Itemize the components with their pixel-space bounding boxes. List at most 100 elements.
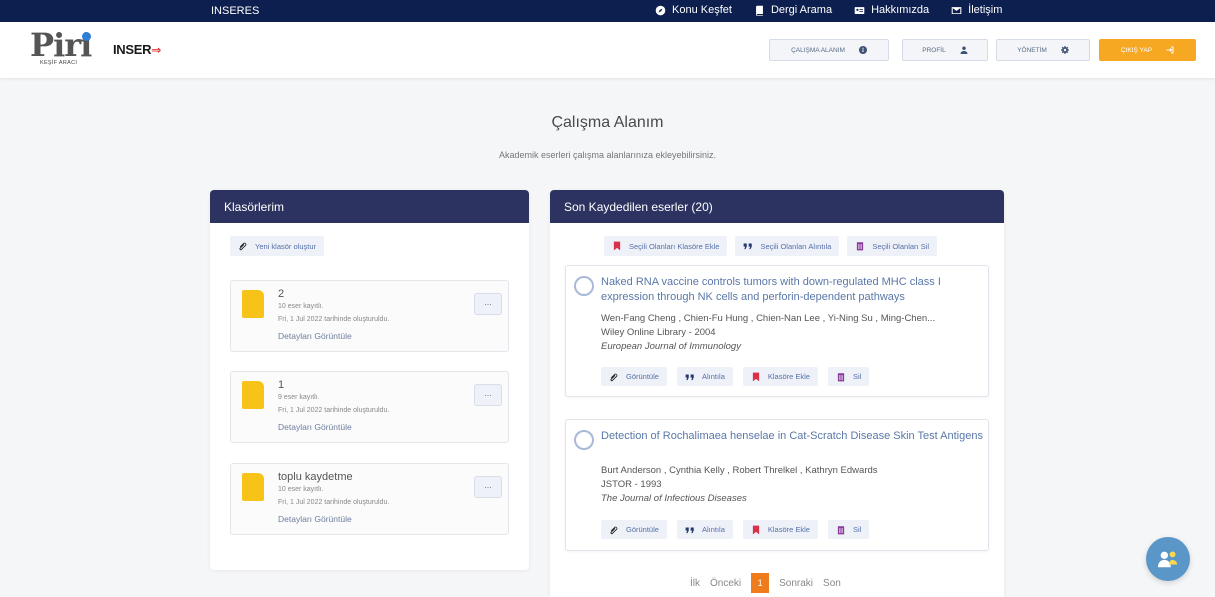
logout-button-label: ÇIKIŞ YAP [1120, 46, 1153, 54]
folder-details-link[interactable]: Detayları Görüntüle [278, 514, 352, 524]
folder-name: 2 [278, 288, 285, 300]
trash-icon [837, 372, 845, 381]
info-icon [858, 46, 867, 54]
pager-last[interactable]: Son [823, 578, 841, 589]
record-source: Wiley Online Library - 2004 [601, 327, 716, 338]
record-journal: European Journal of Immunology [601, 341, 741, 352]
workspace-button[interactable]: ÇALIŞMA ALANIM [769, 39, 889, 61]
pagination: İlk Önceki 1 Sonraki Son [690, 573, 841, 593]
nav-topic-discover[interactable]: Konu Keşfet [655, 4, 732, 16]
page-subtitle: Akademik eserleri çalışma alanlarınıza e… [498, 150, 717, 160]
nav-label: Dergi Arama [770, 4, 833, 16]
bulk-delete-button[interactable]: Seçili Olanları Sil [847, 236, 938, 256]
pager-prev[interactable]: Önceki [710, 578, 741, 589]
record-actions: Görüntüle Alıntıla Klasöre Ekle Sil [601, 367, 870, 386]
inseres-arrow-icon: ⇒ [151, 43, 161, 57]
profile-button[interactable]: PROFİL [902, 39, 988, 61]
folder-card: toplu kaydetme 10 eser kayıtlı. Fri, 1 J… [230, 463, 509, 535]
record-delete-button[interactable]: Sil [827, 367, 870, 386]
folder-more-button[interactable]: ... [474, 293, 502, 315]
gear-icon [1060, 46, 1069, 54]
trash-icon [857, 242, 864, 251]
book-icon [755, 5, 763, 16]
pager-current[interactable]: 1 [751, 573, 770, 593]
inseres-logo[interactable]: INSER⇒ [113, 42, 161, 57]
bookmark-icon [752, 372, 759, 381]
admin-button[interactable]: YÖNETİM [996, 39, 1090, 61]
folder-more-button[interactable]: ... [474, 476, 502, 498]
nav-label: İletişim [968, 4, 1003, 16]
bulk-delete-label: Seçili Olanları Sil [872, 241, 930, 251]
bulk-actions: Seçili Olanları Klasöre Ekle Seçili Olan… [604, 236, 938, 256]
record-view-label: Görüntüle [626, 525, 659, 534]
records-panel: Son Kaydedilen eserler (20) Seçili Olanl… [550, 190, 1004, 597]
folder-icon [242, 473, 264, 501]
record-view-button[interactable]: Görüntüle [601, 520, 667, 539]
page-title: Çalışma Alanım [551, 114, 664, 131]
record-delete-label: Sil [852, 372, 862, 381]
record-add-folder-button[interactable]: Klasöre Ekle [742, 520, 818, 539]
record-view-button[interactable]: Görüntüle [601, 367, 667, 386]
piri-logo[interactable]: Piri KEŞİF ARACI [30, 29, 98, 72]
record-view-label: Görüntüle [626, 372, 659, 381]
record-card: Naked RNA vaccine controls tumors with d… [565, 265, 989, 397]
bulk-cite-button[interactable]: Seçili Olanları Alıntıla [735, 236, 840, 256]
records-panel-title: Son Kaydedilen eserler (20) [550, 190, 1004, 223]
record-cite-button[interactable]: Alıntıla [676, 367, 733, 386]
record-title[interactable]: Detection of Rochalimaea henselae in Cat… [601, 429, 986, 444]
nav-label: Konu Keşfet [672, 4, 732, 16]
nav-journal-search[interactable]: Dergi Arama [754, 4, 832, 16]
nav-contact[interactable]: İletişim [951, 4, 1002, 16]
new-folder-button[interactable]: Yeni klasör oluştur [230, 236, 325, 256]
bookmark-icon [613, 241, 621, 251]
support-fab-button[interactable] [1146, 537, 1190, 581]
admin-button-label: YÖNETİM [1017, 46, 1047, 54]
record-add-folder-label: Klasöre Ekle [767, 525, 810, 534]
compass-icon [655, 5, 666, 15]
record-delete-button[interactable]: Sil [827, 520, 870, 539]
inseres-logo-text: INSER [113, 42, 152, 57]
folder-icon [242, 381, 264, 409]
nav-about[interactable]: Hakkımızda [854, 4, 929, 16]
record-card: Detection of Rochalimaea henselae in Cat… [565, 419, 989, 551]
profile-button-label: PROFİL [922, 46, 946, 54]
folder-more-button[interactable]: ... [474, 384, 502, 406]
record-add-folder-button[interactable]: Klasöre Ekle [742, 367, 818, 386]
top-bar: INSERES Konu Keşfet Dergi Arama Hakkımız… [0, 0, 1215, 22]
bulk-add-folder-button[interactable]: Seçili Olanları Klasöre Ekle [604, 236, 728, 256]
record-select-checkbox[interactable] [574, 276, 594, 296]
record-cite-label: Alıntıla [701, 372, 725, 381]
record-source: JSTOR - 1993 [601, 479, 662, 490]
folder-details-link[interactable]: Detayları Görüntüle [278, 331, 352, 341]
logo-dot [82, 32, 91, 41]
record-add-folder-label: Klasöre Ekle [767, 372, 810, 381]
bulk-add-folder-label: Seçili Olanları Klasöre Ekle [629, 241, 720, 251]
record-authors: Wen-Fang Cheng , Chien-Fu Hung , Chien-N… [601, 313, 936, 324]
record-journal: The Journal of Infectious Diseases [601, 493, 747, 504]
folder-count: 10 eser kayıtlı. [278, 303, 324, 310]
folder-details-link[interactable]: Detayları Görüntüle [278, 422, 352, 432]
folder-card: 2 10 eser kayıtlı. Fri, 1 Jul 2022 tarih… [230, 280, 509, 352]
logout-button[interactable]: ÇIKIŞ YAP [1099, 39, 1196, 61]
record-delete-label: Sil [852, 525, 862, 534]
folder-count: 10 eser kayıtlı. [278, 486, 324, 493]
pager-first[interactable]: İlk [690, 578, 700, 589]
topbar-brand[interactable]: INSERES [211, 5, 259, 17]
folder-date: Fri, 1 Jul 2022 tarihinde oluşturuldu. [278, 316, 390, 323]
bookmark-icon [752, 525, 759, 534]
paperclip-icon [610, 373, 618, 381]
header: Piri KEŞİF ARACI INSER⇒ ÇALIŞMA ALANIM P… [0, 22, 1215, 78]
envelope-icon [951, 6, 962, 14]
sign-in-icon [1166, 46, 1174, 54]
folder-icon [242, 290, 264, 318]
record-select-checkbox[interactable] [574, 430, 594, 450]
paperclip-icon [610, 526, 618, 534]
top-nav: Konu Keşfet Dergi Arama Hakkımızda İleti… [655, 4, 1002, 16]
trash-icon [837, 525, 845, 534]
bulk-cite-label: Seçili Olanları Alıntıla [760, 241, 832, 251]
record-title[interactable]: Naked RNA vaccine controls tumors with d… [601, 275, 986, 305]
pager-next[interactable]: Sonraki [779, 578, 813, 589]
record-cite-button[interactable]: Alıntıla [676, 520, 733, 539]
folders-panel: Klasörlerim Yeni klasör oluştur 2 10 ese… [210, 190, 529, 570]
id-card-icon [854, 6, 865, 14]
